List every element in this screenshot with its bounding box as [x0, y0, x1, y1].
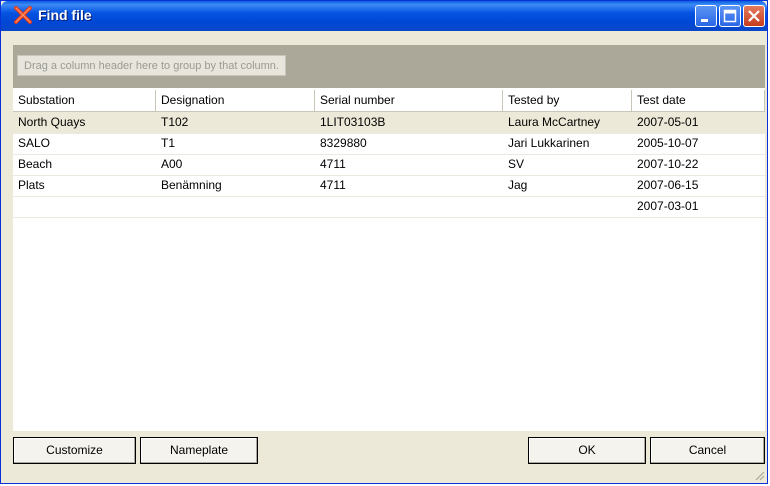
cell-substation: Plats	[18, 178, 45, 192]
column-header-tested-by[interactable]: Tested by	[503, 90, 632, 111]
cell-tested-by	[503, 196, 632, 217]
minimize-icon	[701, 19, 708, 22]
minimize-button[interactable]	[695, 5, 717, 27]
cell-substation	[13, 196, 156, 217]
column-header-serial-number[interactable]: Serial number	[315, 90, 503, 111]
cell-tested-by: Laura McCartney	[508, 115, 601, 129]
app-logo-icon	[14, 6, 32, 24]
results-grid[interactable]: Drag a column header here to group by th…	[13, 45, 765, 431]
group-by-panel[interactable]: Drag a column header here to group by th…	[13, 45, 765, 88]
column-header-row: Substation Designation Serial number Tes…	[13, 90, 765, 112]
cell-designation: A00	[161, 157, 183, 171]
maximize-icon	[723, 9, 737, 23]
maximize-button[interactable]	[719, 5, 741, 27]
column-header-substation[interactable]: Substation	[13, 90, 156, 111]
cell-test-date: 2007-06-15	[637, 178, 699, 192]
group-by-hint: Drag a column header here to group by th…	[17, 55, 286, 76]
close-icon	[748, 10, 760, 22]
cell-tested-by: Jari Lukkarinen	[508, 136, 590, 150]
cell-test-date: 2007-10-22	[637, 157, 699, 171]
cell-designation: Benämning	[161, 178, 222, 192]
cell-substation: Beach	[18, 157, 53, 171]
ok-button[interactable]: OK	[528, 437, 646, 464]
cell-tested-by: Jag	[508, 178, 528, 192]
cell-test-date: 2007-05-01	[637, 115, 699, 129]
cell-test-date: 2005-10-07	[637, 136, 699, 150]
resize-grip-icon[interactable]	[753, 469, 765, 481]
nameplate-button[interactable]: Nameplate	[140, 437, 258, 464]
cell-serial-number: 4711	[320, 157, 346, 171]
cell-designation: T1	[161, 136, 176, 150]
cell-serial-number: 8329880	[320, 136, 367, 150]
table-row[interactable]: SALO T1 8329880 Jari Lukkarinen 2005-10-…	[13, 133, 765, 155]
window-title: Find file	[38, 7, 92, 23]
table-row[interactable]: 2007-03-01	[13, 196, 765, 218]
customize-button[interactable]: Customize	[13, 437, 136, 464]
cell-substation: North Quays	[18, 115, 86, 129]
cell-designation	[156, 196, 315, 217]
table-row[interactable]: Plats Benämning 4711 Jag 2007-06-15	[13, 175, 765, 197]
cell-serial-number: 1LIT03103B	[320, 115, 386, 129]
table-row[interactable]: North Quays T102 1LIT03103B Laura McCart…	[13, 112, 765, 134]
column-header-designation[interactable]: Designation	[156, 90, 315, 111]
cell-serial-number: 4711	[320, 178, 346, 192]
cell-serial-number	[315, 196, 503, 217]
table-row[interactable]: Beach A00 4711 SV 2007-10-22	[13, 154, 765, 176]
cell-test-date: 2007-03-01	[637, 199, 699, 213]
cell-tested-by: SV	[508, 157, 525, 171]
cancel-button[interactable]: Cancel	[650, 437, 765, 464]
column-header-test-date[interactable]: Test date	[632, 90, 765, 111]
find-file-window: Find file Drag a column header here to g…	[0, 0, 768, 484]
title-bar[interactable]: Find file	[1, 1, 767, 31]
cell-designation: T102	[161, 115, 189, 129]
close-button[interactable]	[743, 5, 765, 27]
cell-substation: SALO	[18, 136, 51, 150]
